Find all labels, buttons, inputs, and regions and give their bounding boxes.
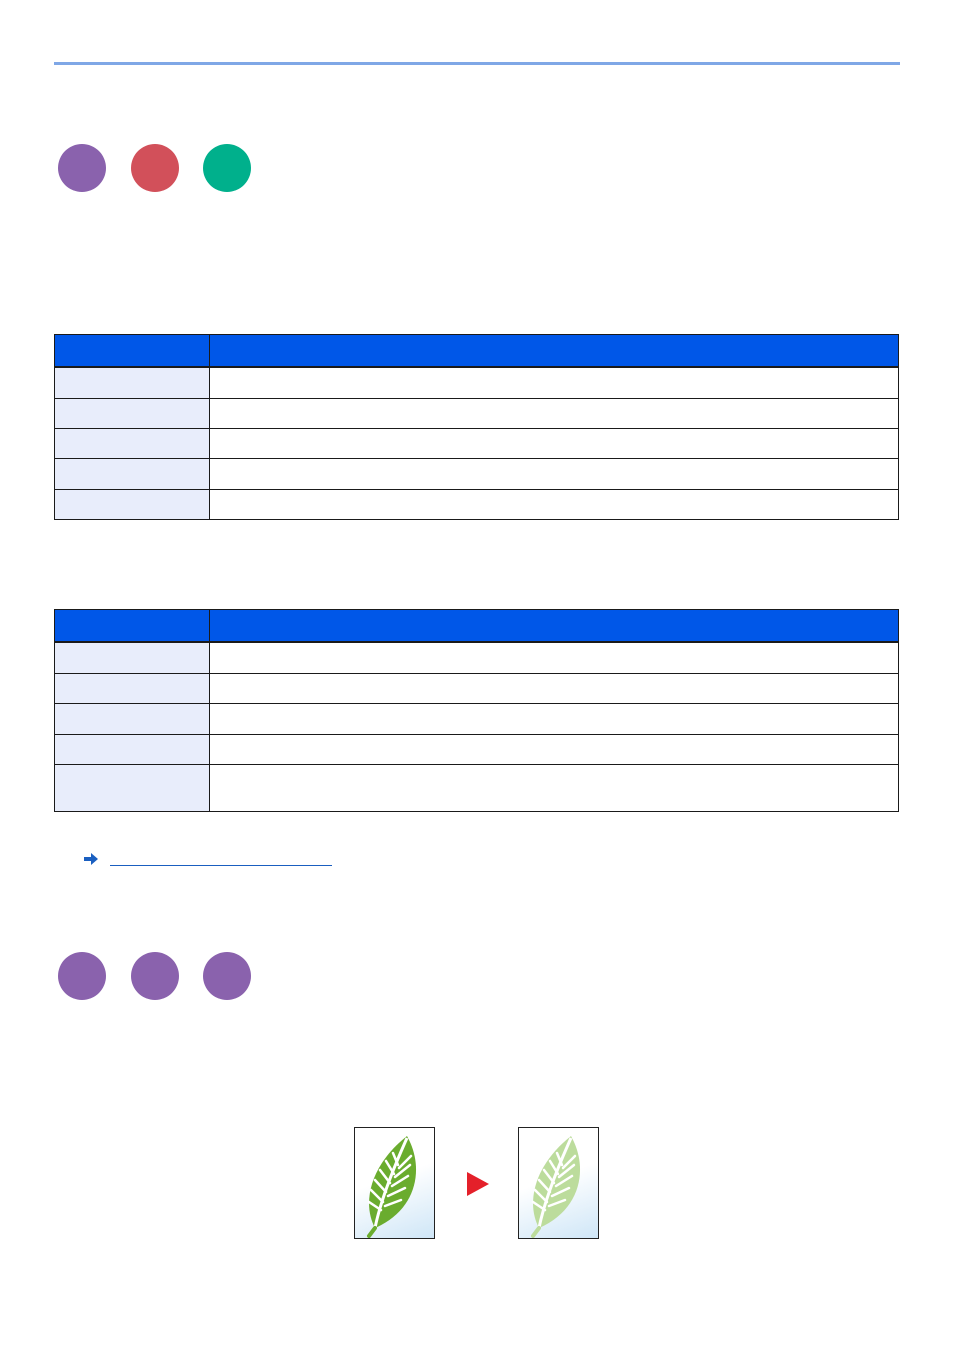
table-row [55, 398, 898, 428]
play-arrow-icon [467, 1172, 489, 1196]
mode-dot-purple [58, 144, 106, 192]
mode-dot-green [203, 144, 251, 192]
table-row [55, 703, 898, 734]
settings-table-1 [54, 334, 899, 520]
table-row [55, 673, 898, 703]
header-rule [54, 62, 900, 65]
table-header [55, 335, 898, 367]
mode-dot-purple [203, 952, 251, 1000]
table-row [55, 489, 898, 519]
adjusted-page-illustration [518, 1127, 599, 1239]
faded-leaf-icon [531, 1136, 581, 1238]
arrow-right-icon [84, 853, 98, 865]
original-page-illustration [354, 1127, 435, 1239]
mode-dot-red [131, 144, 179, 192]
table-row [55, 367, 898, 398]
table-header [55, 610, 898, 642]
mode-dot-purple [58, 952, 106, 1000]
settings-table-2 [54, 609, 899, 812]
mode-dot-purple [131, 952, 179, 1000]
table-row [55, 458, 898, 489]
link-underline [110, 865, 332, 866]
table-row [55, 642, 898, 673]
table-row [55, 428, 898, 458]
table-row [55, 734, 898, 764]
table-row [55, 764, 898, 811]
leaf-icon [367, 1136, 417, 1238]
